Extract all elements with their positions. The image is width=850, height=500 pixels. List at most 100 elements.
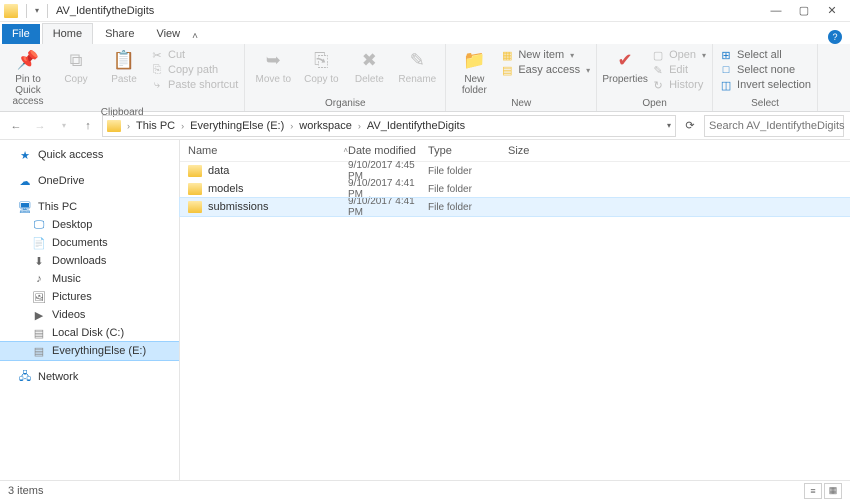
view-thumbnails-button[interactable]: ▦	[824, 483, 842, 499]
paste-shortcut-button[interactable]: ⤷Paste shortcut	[150, 78, 238, 92]
tab-home[interactable]: Home	[42, 23, 93, 44]
nav-recent-button[interactable]: ▾	[54, 116, 74, 136]
select-none-button[interactable]: □Select none	[719, 63, 811, 77]
edit-button[interactable]: ✎Edit	[651, 63, 706, 77]
minimize-button[interactable]: —	[762, 1, 790, 21]
desktop-icon: 🖵	[32, 219, 46, 232]
sidebar-quick-access[interactable]: ★Quick access	[0, 146, 179, 164]
search-input[interactable]	[709, 120, 850, 132]
file-row[interactable]: models 9/10/2017 4:41 PM File folder	[180, 180, 850, 198]
move-to-button[interactable]: ➥Move to	[251, 46, 295, 85]
maximize-button[interactable]: ▢	[790, 1, 818, 21]
rename-button[interactable]: ✎Rename	[395, 46, 439, 85]
pin-quick-access-button[interactable]: 📌 Pin to Quick access	[6, 46, 50, 107]
properties-icon: ✔	[613, 48, 637, 72]
new-folder-icon: 📁	[462, 48, 486, 72]
history-button[interactable]: ↻History	[651, 78, 706, 92]
delete-icon: ✖	[357, 48, 381, 72]
sidebar-item-everything-else[interactable]: ▤EverythingElse (E:)	[0, 342, 179, 360]
shortcut-icon: ⤷	[150, 78, 164, 92]
sidebar-item-downloads[interactable]: ⬇Downloads	[0, 252, 179, 270]
crumb-this-pc[interactable]: This PC	[134, 120, 177, 132]
column-type[interactable]: Type	[428, 145, 508, 157]
status-bar: 3 items ≡ ▦	[0, 480, 850, 500]
pin-icon: 📌	[16, 48, 40, 72]
sidebar-item-music[interactable]: ♪Music	[0, 270, 179, 288]
select-all-button[interactable]: ⊞Select all	[719, 48, 811, 62]
sidebar-onedrive[interactable]: ☁OneDrive	[0, 172, 179, 190]
cloud-icon: ☁	[18, 175, 32, 188]
sidebar-this-pc[interactable]: 🖥This PC	[0, 198, 179, 216]
address-bar: ← → ▾ ↑ › This PC › EverythingElse (E:) …	[0, 112, 850, 140]
new-folder-button[interactable]: 📁New folder	[452, 46, 496, 96]
copyto-icon: ⎘	[309, 48, 333, 72]
ribbon-group-open: ✔Properties ▢Open▾ ✎Edit ↻History Open	[597, 44, 713, 111]
folder-icon	[107, 120, 121, 132]
copy-to-button[interactable]: ⎘Copy to	[299, 46, 343, 85]
properties-button[interactable]: ✔Properties	[603, 46, 647, 85]
folder-icon	[188, 165, 202, 177]
column-size[interactable]: Size	[508, 145, 556, 157]
column-name[interactable]: Name˄	[180, 145, 348, 157]
quick-access-toolbar: ▾	[22, 4, 52, 18]
ribbon-collapse-icon[interactable]: ˄	[192, 31, 198, 42]
chevron-right-icon[interactable]: ›	[356, 121, 363, 131]
copypath-icon: ⎘	[150, 63, 164, 77]
copy-path-button[interactable]: ⎘Copy path	[150, 63, 238, 77]
sidebar-item-pictures[interactable]: 🖼Pictures	[0, 288, 179, 306]
documents-icon: 📄	[32, 237, 46, 250]
help-icon[interactable]: ?	[828, 30, 842, 44]
open-button[interactable]: ▢Open▾	[651, 48, 706, 62]
crumb-current[interactable]: AV_IdentifytheDigits	[365, 120, 467, 132]
folder-icon	[188, 201, 202, 213]
crumb-workspace[interactable]: workspace	[297, 120, 354, 132]
crumb-drive[interactable]: EverythingElse (E:)	[188, 120, 286, 132]
star-icon: ★	[18, 149, 32, 162]
column-headers: Name˄ Date modified Type Size	[180, 140, 850, 162]
refresh-button[interactable]: ⟳	[680, 116, 700, 136]
videos-icon: ▶	[32, 309, 46, 322]
qat-dropdown-icon[interactable]: ▾	[35, 6, 39, 15]
nav-forward-button[interactable]: →	[30, 116, 50, 136]
window-title: AV_IdentifytheDigits	[56, 5, 154, 17]
view-details-button[interactable]: ≡	[804, 483, 822, 499]
ribbon-group-organise: ➥Move to ⎘Copy to ✖Delete ✎Rename Organi…	[245, 44, 446, 111]
edit-icon: ✎	[651, 63, 665, 77]
pictures-icon: 🖼	[32, 291, 46, 304]
paste-button[interactable]: 📋 Paste	[102, 46, 146, 85]
sidebar-network[interactable]: 🖧Network	[0, 368, 179, 386]
file-row[interactable]: data 9/10/2017 4:45 PM File folder	[180, 162, 850, 180]
sidebar-item-desktop[interactable]: 🖵Desktop	[0, 216, 179, 234]
copy-button[interactable]: ⧉ Copy	[54, 46, 98, 85]
tab-view[interactable]: View	[146, 24, 190, 44]
nav-up-button[interactable]: ↑	[78, 116, 98, 136]
chevron-right-icon[interactable]: ›	[125, 121, 132, 131]
column-date[interactable]: Date modified	[348, 145, 428, 157]
chevron-right-icon[interactable]: ›	[288, 121, 295, 131]
nav-back-button[interactable]: ←	[6, 116, 26, 136]
folder-icon	[4, 4, 18, 18]
sidebar-item-local-disk[interactable]: ▤Local Disk (C:)	[0, 324, 179, 342]
file-row[interactable]: submissions 9/10/2017 4:41 PM File folde…	[180, 198, 850, 216]
breadcrumb-dropdown-icon[interactable]: ▾	[667, 121, 671, 130]
content-pane: Name˄ Date modified Type Size data 9/10/…	[180, 140, 850, 480]
cut-button[interactable]: ✂Cut	[150, 48, 238, 62]
title-bar: ▾ AV_IdentifytheDigits — ▢ ✕	[0, 0, 850, 22]
delete-button[interactable]: ✖Delete	[347, 46, 391, 85]
sidebar-item-videos[interactable]: ▶Videos	[0, 306, 179, 324]
sidebar-item-documents[interactable]: 📄Documents	[0, 234, 179, 252]
chevron-right-icon[interactable]: ›	[179, 121, 186, 131]
new-item-button[interactable]: ▦New item▾	[500, 48, 590, 62]
tab-file[interactable]: File	[2, 24, 40, 44]
selectnone-icon: □	[719, 63, 733, 77]
music-icon: ♪	[32, 273, 46, 285]
invert-selection-button[interactable]: ◫Invert selection	[719, 78, 811, 92]
easy-access-button[interactable]: ▤Easy access▾	[500, 63, 590, 77]
close-button[interactable]: ✕	[818, 1, 846, 21]
breadcrumb[interactable]: › This PC › EverythingElse (E:) › worksp…	[102, 115, 676, 137]
cut-icon: ✂	[150, 48, 164, 62]
search-box[interactable]: 🔍	[704, 115, 844, 137]
file-list: data 9/10/2017 4:45 PM File folder model…	[180, 162, 850, 480]
ribbon-group-select: ⊞Select all □Select none ◫Invert selecti…	[713, 44, 818, 111]
tab-share[interactable]: Share	[95, 24, 144, 44]
